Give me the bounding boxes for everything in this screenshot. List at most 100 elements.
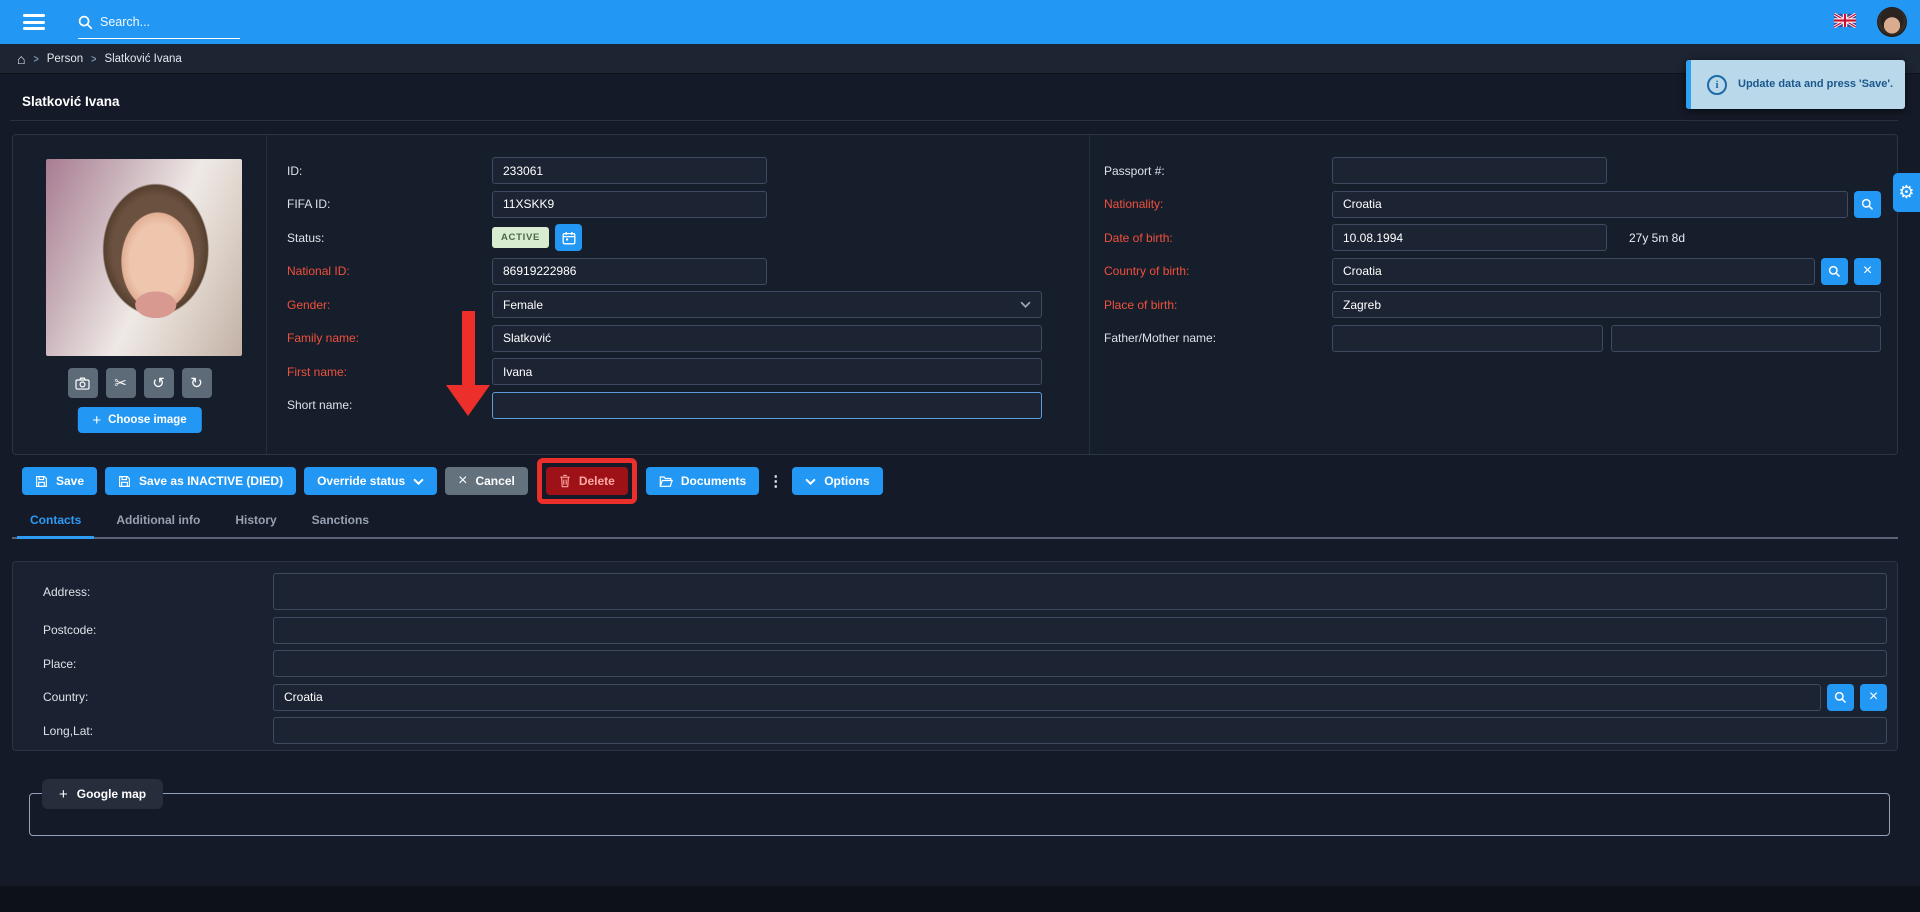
save-icon xyxy=(118,475,131,488)
choose-image-label: Choose image xyxy=(108,414,187,426)
country-clear-button[interactable]: × xyxy=(1860,684,1887,711)
chevron-down-icon xyxy=(805,478,816,485)
save-inactive-label: Save as INACTIVE (DIED) xyxy=(139,474,283,488)
delete-label: Delete xyxy=(579,474,615,488)
gender-value: Female xyxy=(503,298,543,312)
documents-button[interactable]: Documents xyxy=(646,467,759,495)
father-name-input[interactable] xyxy=(1332,325,1603,352)
breadcrumb-person[interactable]: Person xyxy=(47,53,83,65)
country-of-birth-clear-button[interactable]: × xyxy=(1854,258,1881,285)
override-status-button[interactable]: Override status xyxy=(304,467,437,495)
country-input[interactable] xyxy=(273,684,1821,711)
fifa-id-input[interactable] xyxy=(492,191,767,218)
passport-input[interactable] xyxy=(1332,157,1607,184)
fifa-id-label: FIFA ID: xyxy=(267,197,492,211)
search-input[interactable] xyxy=(100,15,230,29)
rotate-right-button[interactable]: ↻ xyxy=(182,368,212,398)
gender-select[interactable]: Female xyxy=(492,291,1042,318)
photo-toolbar: ✂ ↺ ↻ xyxy=(13,368,266,398)
camera-button[interactable] xyxy=(68,368,98,398)
family-name-input[interactable] xyxy=(492,325,1042,352)
tab-additional-info[interactable]: Additional info xyxy=(116,513,200,537)
family-name-label: Family name: xyxy=(267,331,492,345)
tab-contacts[interactable]: Contacts xyxy=(30,513,81,537)
rotate-left-button[interactable]: ↺ xyxy=(144,368,174,398)
choose-image-button[interactable]: + Choose image xyxy=(77,407,201,433)
google-map-label: Google map xyxy=(77,787,146,801)
place-of-birth-input[interactable] xyxy=(1332,291,1881,318)
more-actions-icon[interactable]: ⋮ xyxy=(768,472,783,490)
top-bar xyxy=(0,0,1920,44)
info-toast: i Update data and press 'Save'. xyxy=(1686,60,1905,109)
nationality-label: Nationality: xyxy=(1090,197,1332,211)
breadcrumb: ⌂ > Person > Slatković Ivana xyxy=(0,44,1920,74)
status-badge: ACTIVE xyxy=(492,227,549,248)
address-label: Address: xyxy=(13,585,273,599)
country-search-button[interactable] xyxy=(1827,684,1854,711)
annotation-highlight-box: Delete xyxy=(537,458,637,504)
close-icon: × xyxy=(458,473,467,489)
national-id-label: National ID: xyxy=(267,264,492,278)
annotation-arrow xyxy=(462,311,475,386)
settings-flyout-button[interactable]: ⚙ xyxy=(1893,173,1920,212)
short-name-input[interactable] xyxy=(492,392,1042,419)
options-button[interactable]: Options xyxy=(792,467,882,495)
national-id-input[interactable] xyxy=(492,258,767,285)
google-map-button[interactable]: + Google map xyxy=(42,779,163,809)
cancel-button[interactable]: × Cancel xyxy=(445,467,528,495)
status-label: Status: xyxy=(267,231,492,245)
nationality-search-button[interactable] xyxy=(1854,191,1881,218)
home-icon[interactable]: ⌂ xyxy=(17,52,25,66)
first-name-input[interactable] xyxy=(492,358,1042,385)
gear-icon: ⚙ xyxy=(1898,182,1914,203)
save-inactive-button[interactable]: Save as INACTIVE (DIED) xyxy=(105,467,296,495)
address-input[interactable] xyxy=(273,573,1887,610)
search-icon xyxy=(1861,198,1874,211)
breadcrumb-separator: > xyxy=(91,53,96,65)
user-avatar[interactable] xyxy=(1877,7,1907,37)
title-divider xyxy=(10,120,1898,121)
status-history-button[interactable] xyxy=(555,224,582,251)
tab-sanctions[interactable]: Sanctions xyxy=(312,513,369,537)
longlat-input[interactable] xyxy=(273,717,1887,744)
language-flag-icon[interactable] xyxy=(1834,13,1856,28)
toast-accent-bar xyxy=(1686,60,1691,109)
id-input[interactable] xyxy=(492,157,767,184)
menu-icon[interactable] xyxy=(23,11,45,34)
country-of-birth-input[interactable] xyxy=(1332,258,1815,285)
footer-bar xyxy=(0,886,1920,912)
country-of-birth-search-button[interactable] xyxy=(1821,258,1848,285)
postcode-input[interactable] xyxy=(273,617,1887,644)
plus-icon: + xyxy=(59,786,68,803)
save-button[interactable]: Save xyxy=(22,467,97,495)
close-icon: × xyxy=(1869,689,1878,705)
save-icon xyxy=(35,475,48,488)
person-photo xyxy=(46,159,242,356)
search-icon xyxy=(1834,691,1847,704)
save-label: Save xyxy=(56,474,84,488)
place-input[interactable] xyxy=(273,650,1887,677)
tab-history[interactable]: History xyxy=(235,513,276,537)
breadcrumb-separator: > xyxy=(33,53,38,65)
nationality-input[interactable] xyxy=(1332,191,1848,218)
photo-column: ✂ ↺ ↻ + Choose image xyxy=(13,135,266,454)
calendar-icon xyxy=(562,231,576,245)
camera-icon xyxy=(75,377,90,390)
annotation-arrow-head xyxy=(446,385,490,416)
folder-icon xyxy=(659,475,673,488)
map-container xyxy=(29,793,1890,836)
crop-button[interactable]: ✂ xyxy=(106,368,136,398)
delete-button[interactable]: Delete xyxy=(546,467,628,495)
person-fields-left: ID: FIFA ID: Status: ACTIVE National ID:… xyxy=(266,135,1089,454)
mother-name-input[interactable] xyxy=(1611,325,1882,352)
override-status-label: Override status xyxy=(317,474,405,488)
place-of-birth-label: Place of birth: xyxy=(1090,298,1332,312)
global-search[interactable] xyxy=(78,13,240,39)
cancel-label: Cancel xyxy=(475,474,514,488)
options-label: Options xyxy=(824,474,869,488)
date-of-birth-input[interactable] xyxy=(1332,224,1607,251)
date-of-birth-label: Date of birth: xyxy=(1090,231,1332,245)
trash-icon xyxy=(559,474,571,488)
person-fields-right: Passport #: Nationality: Date of birth: … xyxy=(1089,135,1897,454)
chevron-down-icon xyxy=(413,478,424,485)
